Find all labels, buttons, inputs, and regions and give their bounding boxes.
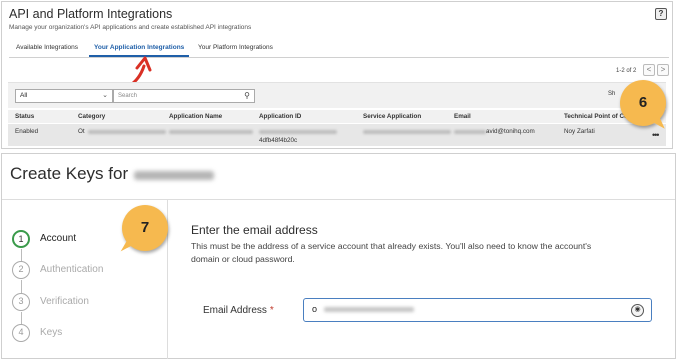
- section-heading: Enter the email address: [191, 223, 318, 237]
- redacted-app-id: [259, 130, 337, 134]
- help-icon[interactable]: ?: [655, 8, 667, 20]
- col-service-application[interactable]: Service Application: [363, 113, 421, 120]
- col-status[interactable]: Status: [15, 113, 34, 120]
- filter-bar: All ⌄ Search ⚲: [8, 82, 666, 108]
- callout-badge-7: 7: [120, 205, 168, 257]
- required-marker: *: [269, 305, 274, 316]
- step-connector: [21, 280, 22, 293]
- callout-7-number: 7: [140, 219, 150, 236]
- row-status: Enabled: [15, 128, 39, 135]
- table-header: Status Category Application Name Applica…: [8, 110, 666, 123]
- next-page-button[interactable]: >: [657, 64, 669, 76]
- col-application-name[interactable]: Application Name: [169, 113, 222, 120]
- redacted-title-name: [134, 171, 214, 180]
- page-title: API and Platform Integrations: [9, 7, 173, 21]
- search-input[interactable]: Search ⚲: [113, 89, 255, 103]
- prev-page-button[interactable]: <: [643, 64, 655, 76]
- step-1-label: Account: [40, 233, 77, 244]
- redacted-email-value: [324, 307, 414, 312]
- redacted-app-name: [169, 130, 253, 134]
- tab-available-integrations[interactable]: Available Integrations: [16, 43, 78, 57]
- callout-7-tail: [120, 237, 138, 257]
- section-description: This must be the address of a service ac…: [191, 241, 592, 264]
- email-field[interactable]: o: [303, 298, 652, 322]
- col-email[interactable]: Email: [454, 113, 471, 120]
- redacted-service-app: [363, 130, 451, 134]
- row-category: Ot: [78, 128, 85, 135]
- email-field-label: Email Address *: [203, 305, 274, 316]
- step-2-circle: 2: [12, 261, 30, 279]
- redacted-category: [88, 130, 166, 134]
- show-label: Sh: [608, 91, 616, 97]
- page-subtitle: Manage your organization's API applicati…: [9, 24, 252, 31]
- tab-your-platform-integrations[interactable]: Your Platform Integrations: [198, 43, 273, 57]
- row-app-id-suffix: 4dfb48f4b20c: [259, 137, 298, 144]
- pager-text: 1-2 of 2: [616, 68, 637, 74]
- password-manager-icon[interactable]: ◉: [631, 304, 644, 317]
- redacted-email: [454, 130, 486, 134]
- search-placeholder: Search: [118, 93, 138, 99]
- filter-select[interactable]: All ⌄: [15, 89, 113, 103]
- step-4-label: Keys: [40, 327, 63, 338]
- header-divider: [2, 199, 675, 200]
- step-4-circle: 4: [12, 324, 30, 342]
- step-1-circle: 1: [12, 230, 30, 248]
- callout-badge-6: 6: [620, 80, 666, 134]
- callout-6-number: 6: [638, 94, 648, 111]
- col-category[interactable]: Category: [78, 113, 105, 120]
- email-label-text: Email Address: [203, 305, 267, 316]
- step-3-circle: 3: [12, 293, 30, 311]
- search-icon[interactable]: ⚲: [244, 90, 250, 102]
- row-contact: Noy Zarfati: [564, 128, 595, 135]
- create-keys-title: Create Keys for: [10, 164, 129, 183]
- chevron-down-icon: ⌄: [102, 92, 108, 99]
- col-application-id[interactable]: Application ID: [259, 113, 301, 120]
- row-email: avid@tonihq.com: [486, 128, 535, 135]
- step-3-label: Verification: [40, 296, 89, 307]
- table-row[interactable]: Enabled Ot 4dfb48f4b20c avid@tonihq.com …: [8, 124, 666, 146]
- email-field-value: o: [312, 304, 318, 314]
- create-keys-panel: Create Keys for 1 Account 2 Authenticati…: [1, 153, 676, 359]
- step-2-label: Authentication: [40, 264, 104, 275]
- filter-select-value: All: [20, 92, 28, 99]
